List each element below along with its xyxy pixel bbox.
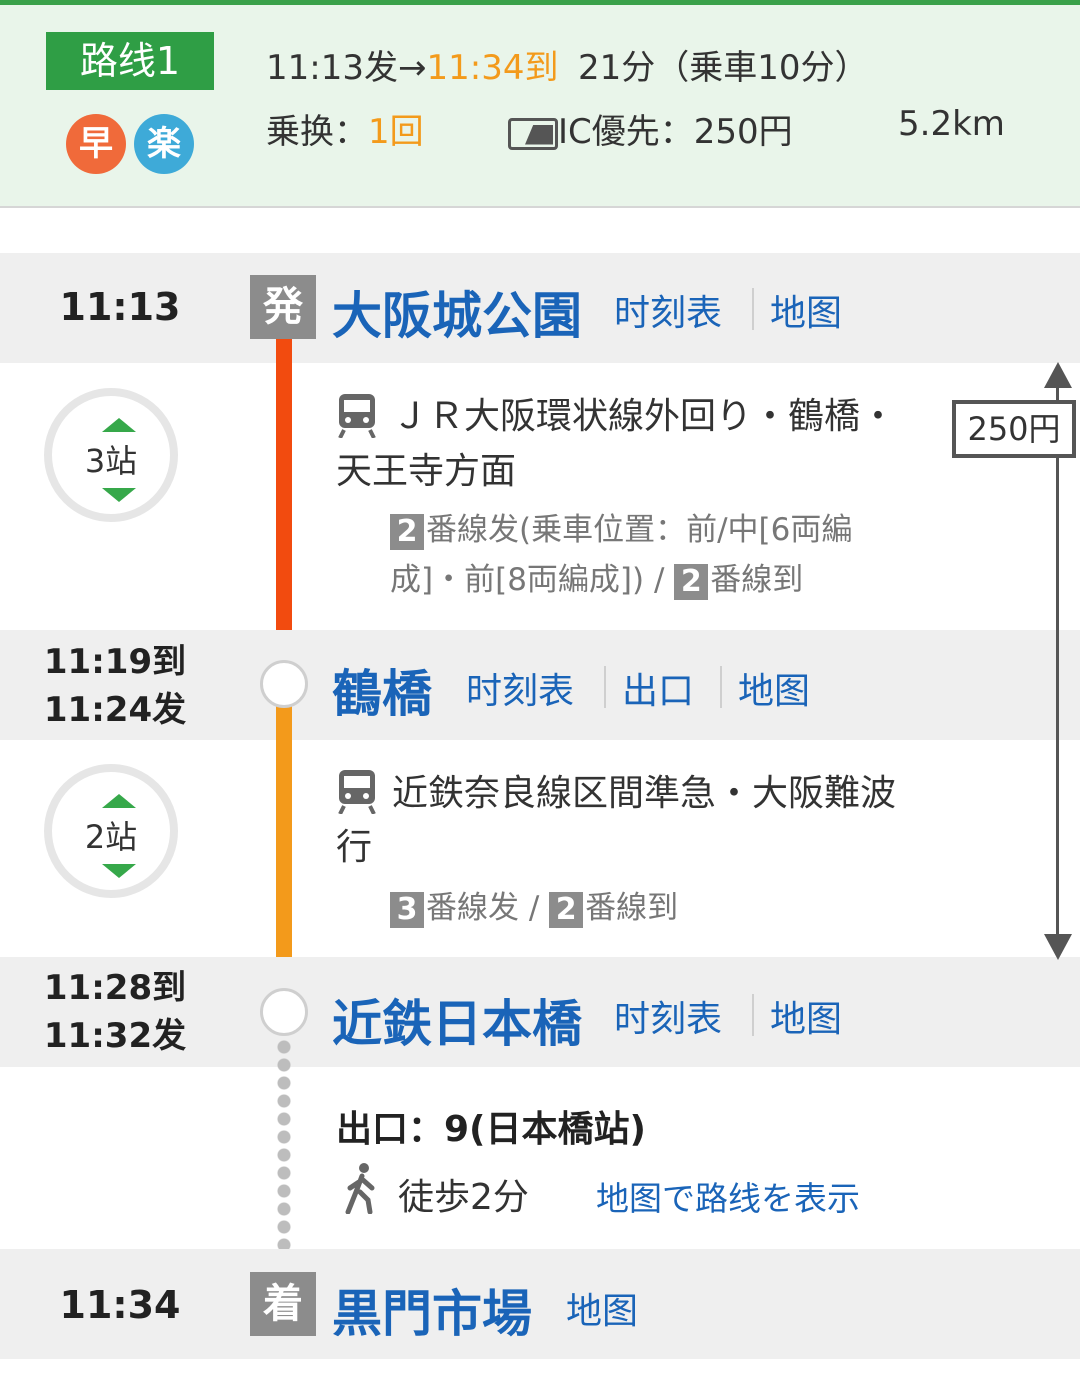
arrow-up-icon xyxy=(1044,362,1072,388)
departure-badge: 発 xyxy=(250,275,316,339)
timetable-link[interactable]: 时刻表 xyxy=(614,284,722,336)
departure-time: 11:32发 xyxy=(43,1016,187,1056)
stop-count-toggle[interactable]: 2站 xyxy=(44,764,178,898)
platform-info: 2 番線发(乗車位置：前/中[6両編 xyxy=(390,506,852,554)
link-divider xyxy=(720,666,722,708)
expand-up-icon xyxy=(102,418,136,432)
ic-fare-label: IC優先：250円 xyxy=(558,112,793,152)
link-divider xyxy=(752,288,754,330)
station-name-transfer[interactable]: 鶴橋 xyxy=(332,654,432,726)
train-icon xyxy=(338,394,376,438)
depart-time: 11:13发→ xyxy=(266,48,427,88)
route-line-jr xyxy=(276,339,292,662)
map-link[interactable]: 地图 xyxy=(738,662,810,714)
station-node xyxy=(260,988,308,1036)
arrive-time: 11:34到 xyxy=(426,48,559,88)
line-direction: 行 xyxy=(336,827,373,868)
platform-number: 2 xyxy=(390,513,424,550)
departure-time: 11:13 xyxy=(59,285,181,329)
route-label-badge: 路线1 xyxy=(46,32,214,90)
expand-down-icon xyxy=(102,488,136,502)
platform-info: 3 番線发 / 2 番線到 xyxy=(390,884,678,932)
platform-text: 番線发 / xyxy=(426,890,550,926)
stop-count-toggle[interactable]: 3站 xyxy=(44,388,178,522)
arrival-time: 11:19到 xyxy=(43,642,187,682)
time-summary: 11:13发→11:34到 xyxy=(266,40,558,89)
platform-number: 3 xyxy=(390,891,424,928)
departure-time: 11:24发 xyxy=(43,690,187,730)
expand-down-icon xyxy=(102,864,136,878)
map-link[interactable]: 地图 xyxy=(566,1282,638,1334)
platform-text: 成]・前[8両編成]) / xyxy=(390,562,675,598)
platform-number: 2 xyxy=(549,891,584,928)
station-name-alight[interactable]: 近鉄日本橋 xyxy=(332,984,582,1056)
transfer-label: 乗换： xyxy=(266,112,368,152)
route-line-kintetsu xyxy=(276,690,292,990)
stop-count: 2站 xyxy=(84,818,138,856)
line-direction: 天王寺方面 xyxy=(336,451,517,492)
line-name: 近鉄奈良線区間準急・大阪難波 xyxy=(392,773,897,814)
easy-route-icon: 楽 xyxy=(134,114,194,174)
ic-card-icon xyxy=(508,117,558,150)
map-link[interactable]: 地图 xyxy=(770,284,842,336)
stop-count: 3站 xyxy=(84,442,138,480)
station-name-origin[interactable]: 大阪城公園 xyxy=(332,276,582,348)
line-name: ＪＲ大阪環状線外回り・鶴橋・ xyxy=(392,396,897,437)
transfer-info: 乗换：1回 xyxy=(266,104,424,153)
duration: 21分（乗車10分） xyxy=(578,48,869,88)
fare-range-line xyxy=(1056,380,1059,940)
station-name-destination[interactable]: 黒門市場 xyxy=(332,1274,532,1346)
walking-path-dots xyxy=(277,1038,291,1264)
platform-number: 2 xyxy=(674,563,709,600)
walk-duration: 徒歩2分 xyxy=(398,1177,529,1218)
platform-arrival-text: 番線到 xyxy=(710,562,804,598)
timetable-link[interactable]: 时刻表 xyxy=(614,990,722,1042)
train-icon xyxy=(338,770,376,814)
transfer-count: 1回 xyxy=(368,112,424,152)
fast-route-icon: 早 xyxy=(66,114,126,174)
platform-info-cont: 成]・前[8両編成]) / 2 番線到 xyxy=(390,556,803,604)
arrival-time: 11:28到 xyxy=(43,968,187,1008)
map-link[interactable]: 地图 xyxy=(770,990,842,1042)
fare-amount: 250円 xyxy=(952,400,1076,458)
walking-person-icon xyxy=(345,1163,375,1214)
station-node xyxy=(260,660,308,708)
alight-times: 11:28到 11:32发 xyxy=(0,964,230,1060)
transfer-times: 11:19到 11:24发 xyxy=(0,638,230,734)
link-divider xyxy=(604,666,606,708)
platform-text: 番線发(乗車位置：前/中[6両編 xyxy=(426,512,853,548)
distance: 5.2km xyxy=(898,104,1005,144)
exit-link[interactable]: 出口 xyxy=(622,662,694,714)
timetable-link[interactable]: 时刻表 xyxy=(466,662,574,714)
arrow-down-icon xyxy=(1044,934,1072,960)
arrival-badge: 着 xyxy=(250,1272,316,1336)
arrival-time: 11:34 xyxy=(59,1283,181,1327)
ic-fare: IC優先：250円 xyxy=(508,104,793,153)
show-route-on-map-link[interactable]: 地图で路线を表示 xyxy=(596,1172,860,1220)
expand-up-icon xyxy=(102,794,136,808)
link-divider xyxy=(752,994,754,1036)
exit-info: 出口：9(日本橋站) xyxy=(336,1109,646,1150)
platform-arrival-text: 番線到 xyxy=(585,890,679,926)
